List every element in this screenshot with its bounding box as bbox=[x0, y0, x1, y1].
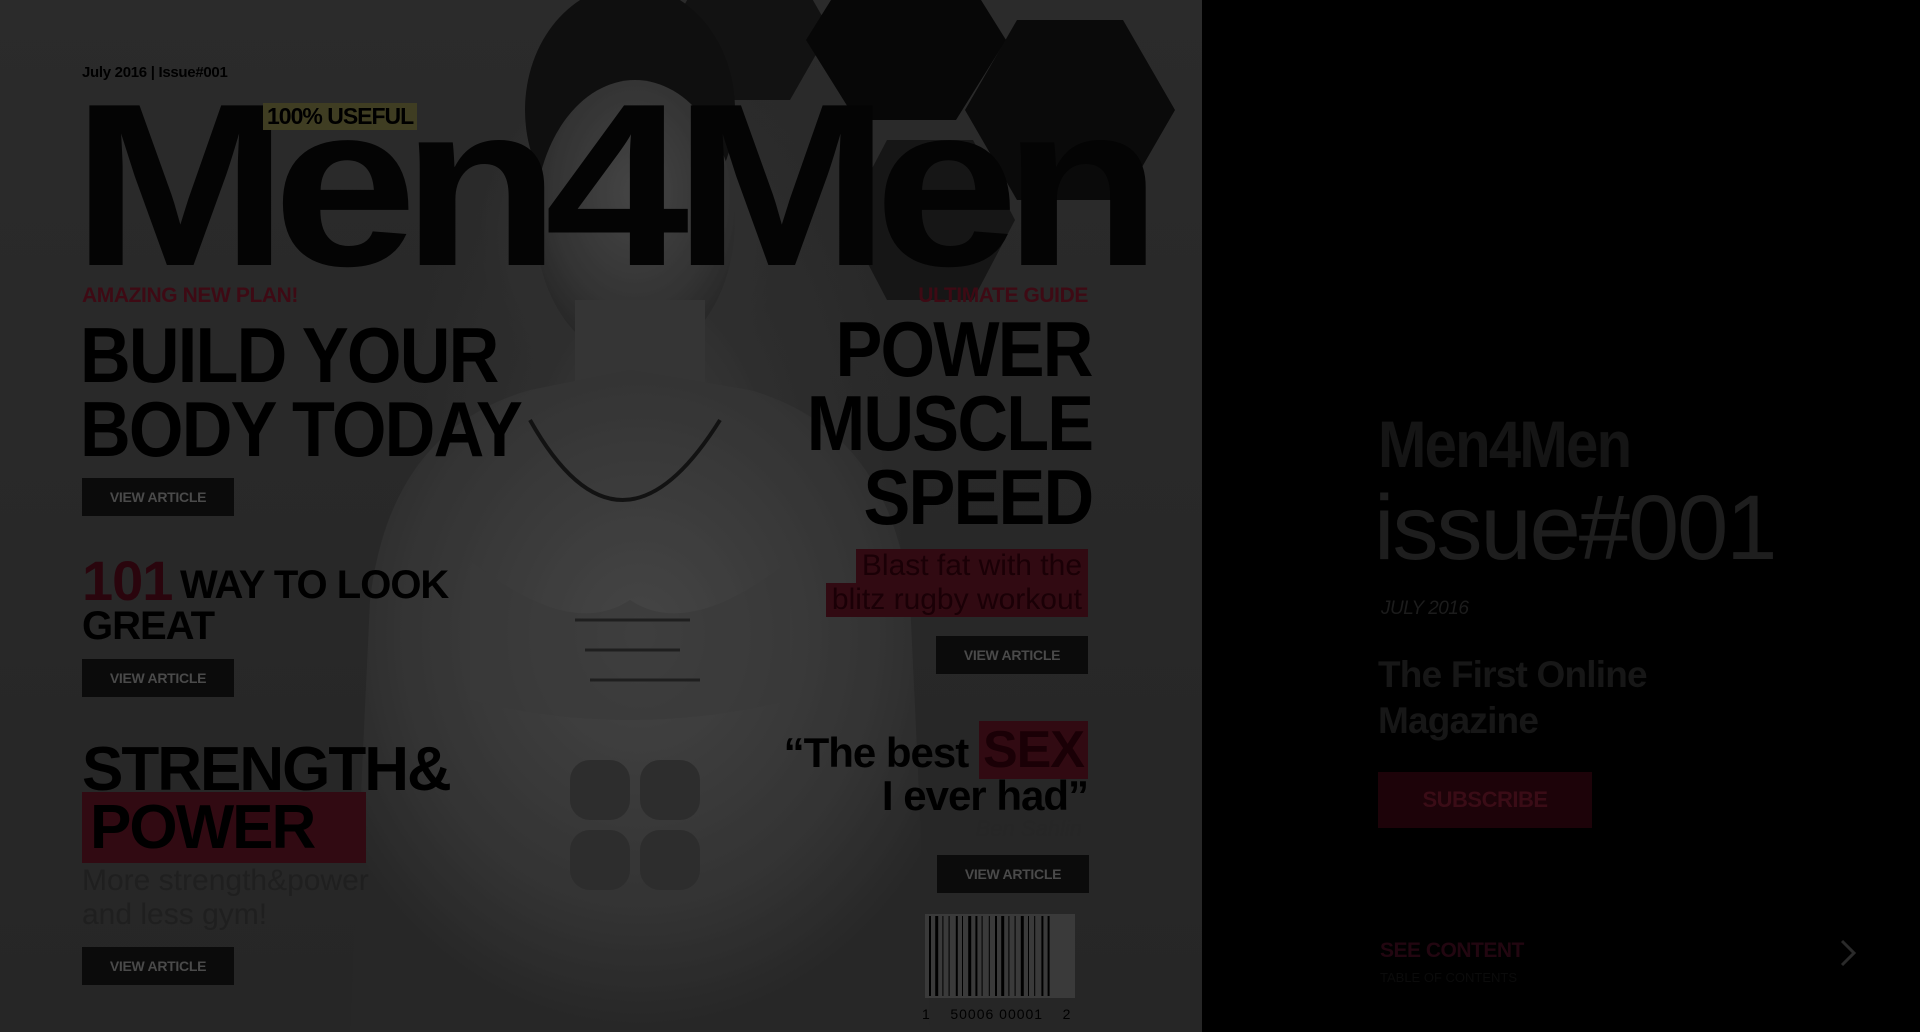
ways-line1: WAY TO LOOK bbox=[180, 563, 449, 607]
subscribe-button[interactable]: SUBSCRIBE bbox=[1378, 772, 1592, 828]
left-kicker: AMAZING NEW PLAN! bbox=[82, 284, 299, 307]
barcode-number: 1 50006 00001 2 bbox=[922, 1006, 1072, 1022]
build-headline-line2: BODY TODAY bbox=[80, 385, 523, 473]
panel-date: JULY 2016 bbox=[1381, 598, 1469, 619]
blast-line1: Blast fat with the bbox=[855, 549, 1088, 583]
barcode bbox=[925, 914, 1075, 998]
useful-badge: 100% USEFUL bbox=[263, 103, 418, 130]
cover-masthead: Men4Men bbox=[72, 56, 1162, 315]
magazine-cover: July 2016 | Issue#001 Men4Men 100% USEFU… bbox=[0, 0, 1202, 1032]
ways-line2: GREAT bbox=[82, 604, 215, 648]
panel-title: Men4Men bbox=[1378, 407, 1632, 481]
view-article-button[interactable]: VIEW ARTICLE bbox=[82, 947, 234, 985]
quote-line1: “The best SEX bbox=[784, 720, 1088, 780]
panel-issue-number: issue#001 bbox=[1374, 477, 1777, 579]
power-headline-line1: POWER bbox=[835, 305, 1094, 393]
strength-desc-line2: and less gym! bbox=[82, 898, 268, 931]
view-article-button[interactable]: VIEW ARTICLE bbox=[82, 659, 234, 697]
build-headline-line1: BUILD YOUR bbox=[80, 311, 499, 399]
quote-highlight: SEX bbox=[978, 721, 1088, 779]
issue-info-panel: Men4Men issue#001 JULY 2016 The First On… bbox=[1202, 0, 1920, 1032]
quote-line2: I ever had” bbox=[881, 772, 1089, 819]
quote-author: Ben Sahlin bbox=[975, 816, 1082, 841]
strength-line2: POWER bbox=[82, 792, 366, 863]
see-content-subtitle: TABLE OF CONTENTS bbox=[1380, 970, 1517, 985]
view-article-button[interactable]: VIEW ARTICLE bbox=[936, 636, 1088, 674]
strength-desc-line1: More strength&power bbox=[82, 864, 369, 897]
quote-text: “The best bbox=[783, 729, 979, 776]
blast-line2: blitz rugby workout bbox=[825, 583, 1088, 617]
power-headline-line2: MUSCLE bbox=[806, 379, 1093, 467]
see-content-link[interactable]: SEE CONTENT bbox=[1380, 939, 1524, 963]
chevron-right-icon[interactable] bbox=[1836, 938, 1860, 968]
power-headline-line3: SPEED bbox=[863, 453, 1094, 541]
view-article-button[interactable]: VIEW ARTICLE bbox=[937, 855, 1089, 893]
view-article-button[interactable]: VIEW ARTICLE bbox=[82, 478, 234, 516]
panel-tagline: The First Online Magazine bbox=[1378, 654, 1648, 741]
